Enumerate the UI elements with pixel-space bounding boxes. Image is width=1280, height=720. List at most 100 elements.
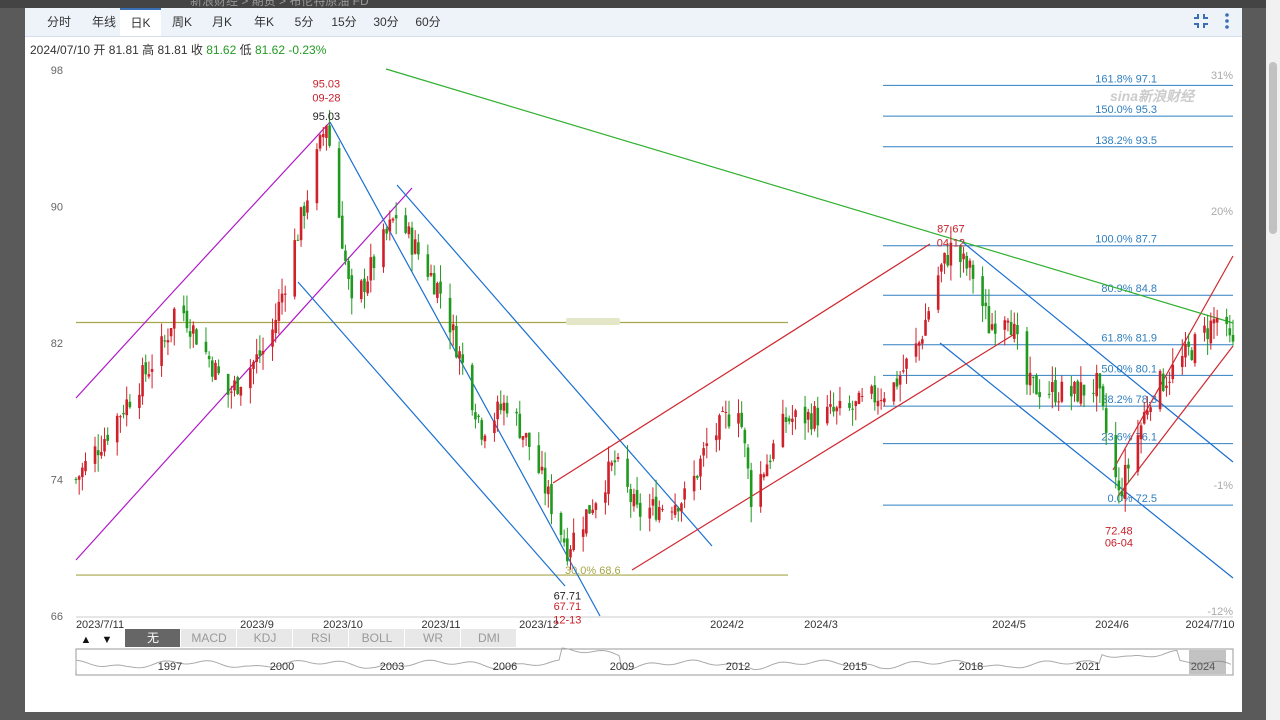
candle-body [591,509,594,513]
indicator-tab-boll[interactable]: BOLL [362,631,393,645]
candle-body [832,406,835,412]
candle-body [340,215,344,249]
candle-body [204,341,208,353]
candle-body [1184,343,1187,358]
candle-body [413,239,417,254]
price-annotation: 09-28 [312,92,340,104]
fib-label: 100.0% 87.7 [1095,234,1157,246]
candle-body [835,407,839,412]
candle-body [166,340,170,343]
candle-body [195,329,198,345]
candle-body [252,361,255,369]
candle-body [635,489,639,505]
navigator-year-label: 2021 [1076,661,1100,673]
candle-body [825,406,829,424]
indicator-tab-macd[interactable]: MACD [191,631,227,645]
down-arrow-button[interactable]: ▼ [102,634,113,646]
candle-body [772,443,775,459]
candle-body [543,467,547,494]
y-tick-label: 82 [51,338,63,350]
candle-body [876,400,880,407]
candle-body [702,448,705,456]
candle-body [540,466,544,471]
level-marker [566,318,620,325]
candle-body [455,325,458,358]
candle-body [1051,382,1054,392]
indicator-bar[interactable]: ▲ ▼ 无 MACD KDJ RSI BOLL WR DMI [81,629,516,647]
navigator-year-label: 2015 [843,661,867,673]
candle-body [581,529,585,537]
candle-body [505,402,509,414]
candle-body [527,432,531,447]
navigator-year-label: 2012 [726,661,750,673]
candle-body [1171,364,1175,380]
candle-body [280,293,284,303]
candle-body [857,392,861,404]
candle-body [848,403,851,408]
indicator-tab-kdj[interactable]: KDJ [254,631,277,645]
page-scrollbar[interactable] [1266,0,1280,720]
candle-body [93,446,97,464]
candle-body [1047,393,1051,395]
candle-body [1057,401,1060,403]
indicator-tab-dmi[interactable]: DMI [478,631,500,645]
candlestick-chart[interactable]: 989082746631%20%-1%-12%2023/7/11 2023/9 20… [0,0,1280,720]
candle-body [987,306,991,334]
candle-body [1003,320,1007,330]
navigator[interactable]: 1997200020032006200920122015201820212024 [75,647,1234,676]
trend-line [631,334,1014,571]
x-tick-label: 2023/7/11 [76,619,124,631]
candle-body [1146,410,1149,415]
candle-body [1101,386,1105,407]
candle-body [632,494,636,507]
candle-body [283,293,287,295]
candle-body [695,476,699,478]
indicator-tab-wr[interactable]: WR [423,631,443,645]
candle-body [1158,371,1162,410]
candle-body [119,416,122,418]
candle-body [759,474,762,507]
candle-body [721,411,724,413]
navigator-selection[interactable] [1189,650,1226,674]
candle-body [984,302,988,307]
navigator-year-label: 1997 [158,661,182,673]
candle-body [451,324,455,331]
y-tick-label: 98 [51,65,63,77]
candle-body [1092,392,1095,394]
candle-body [518,413,522,438]
scrollbar-thumb[interactable] [1269,62,1277,234]
candle-body [191,325,195,334]
navigator-year-label: 2009 [610,661,634,673]
candle-body [477,415,480,418]
candle-body [1136,435,1140,472]
candle-body [426,254,430,277]
candle-body [940,264,943,272]
indicator-tab-rsi[interactable]: RSI [311,631,331,645]
candle-body [388,219,392,232]
candle-body [359,280,363,300]
candle-body [211,360,214,377]
candle-body [829,404,832,407]
indicator-tab-无[interactable]: 无 [147,631,159,645]
candle-body [943,252,946,264]
candle-body [77,476,81,480]
candle-body [302,205,306,217]
candle-body [569,549,572,558]
candle-body [350,275,354,299]
candle-body [810,413,813,430]
candle-body [670,511,674,513]
candle-body [1212,319,1216,324]
up-arrow-button[interactable]: ▲ [81,634,92,646]
x-tick-label: 2024/7/10 [1186,619,1235,631]
candle-body [610,462,614,466]
candle-body [613,460,617,463]
candle-body [207,355,211,360]
candle-body [762,474,766,478]
candle-body [1228,328,1232,336]
watermark: sina新浪财经 [1110,88,1196,104]
trend-line [552,243,931,484]
candle-body [515,411,518,414]
candle-body [1098,373,1102,389]
candle-body [816,407,820,426]
candle-body [1009,321,1013,336]
